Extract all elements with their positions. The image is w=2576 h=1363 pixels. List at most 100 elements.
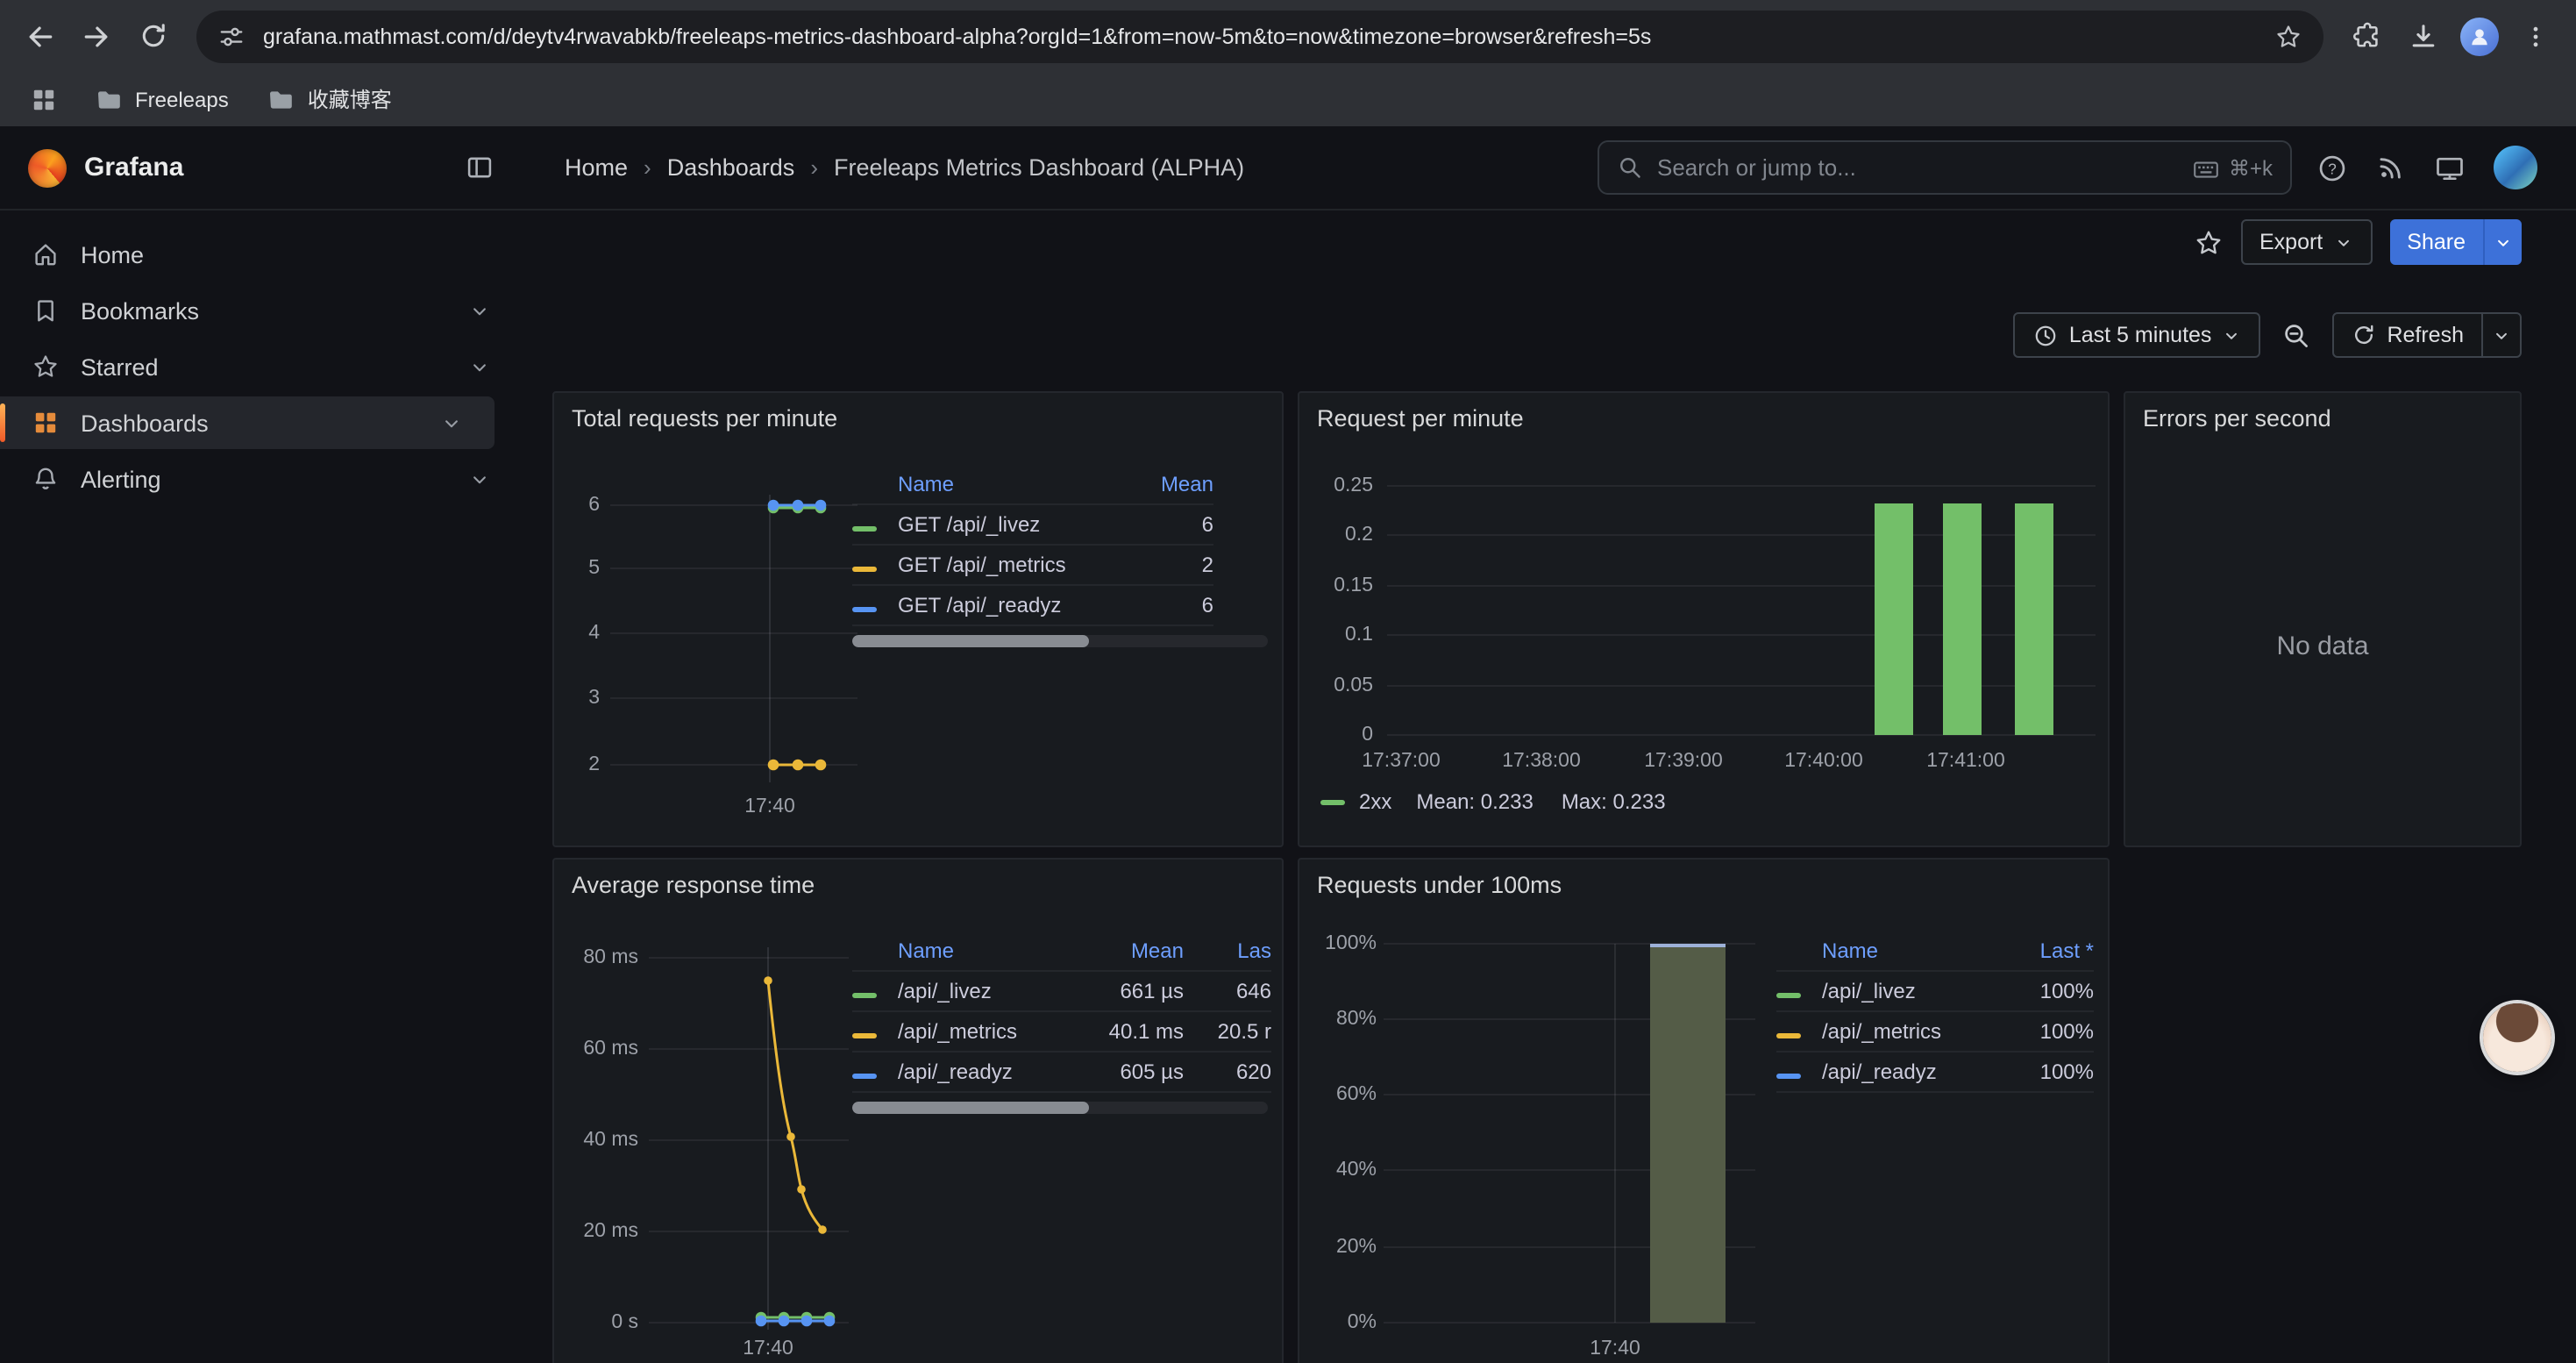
forward-button[interactable]: [70, 10, 123, 62]
legend-row[interactable]: /api/_livez 661 µs 646: [852, 972, 1271, 1012]
legend-scrollbar[interactable]: [852, 1102, 1268, 1114]
breadcrumb-home[interactable]: Home: [565, 154, 628, 181]
y-tick: 2: [565, 753, 600, 777]
refresh-interval-button[interactable]: [2483, 312, 2522, 358]
star-icon: [32, 353, 60, 381]
panel-title[interactable]: Total requests per minute: [572, 405, 837, 432]
sidebar-item-home[interactable]: Home: [0, 228, 523, 281]
extensions-icon[interactable]: [2341, 10, 2394, 62]
legend-row[interactable]: GET /api/_metrics 2: [852, 546, 1213, 586]
panel-request-per-minute: Request per minute 0.25 0.2 0.15 0.1 0.0…: [1298, 391, 2110, 847]
sidebar-toggle-icon[interactable]: [465, 153, 495, 182]
series-name: GET /api/_readyz: [898, 593, 1122, 617]
search-input[interactable]: [1657, 154, 2178, 181]
legend-row[interactable]: /api/_readyz 100%: [1776, 1053, 2094, 1093]
panel-title[interactable]: Average response time: [572, 872, 815, 898]
help-icon[interactable]: ?: [2316, 152, 2348, 183]
bar-chart[interactable]: [1387, 477, 2103, 740]
news-rss-icon[interactable]: [2376, 153, 2406, 182]
series-mean: 661 µs: [1068, 979, 1184, 1003]
browser-toolbar: grafana.mathmast.com/d/deytv4rwavabkb/fr…: [0, 0, 2576, 72]
share-menu-button[interactable]: [2483, 219, 2522, 265]
legend-row[interactable]: /api/_readyz 605 µs 620: [852, 1053, 1271, 1093]
scrollbar-thumb[interactable]: [852, 635, 1089, 647]
floating-avatar[interactable]: [2483, 1003, 2551, 1072]
legend-row[interactable]: /api/_metrics 100%: [1776, 1012, 2094, 1053]
bookmark-folder-freeleaps[interactable]: Freeleaps: [81, 80, 243, 118]
monitor-icon[interactable]: [2434, 152, 2466, 183]
series-last: 100%: [1996, 979, 2094, 1003]
y-tick: 6: [565, 493, 600, 517]
panel-title[interactable]: Request per minute: [1317, 405, 1524, 432]
chevron-down-icon[interactable]: [468, 355, 491, 378]
bookmark-star-icon[interactable]: [2274, 22, 2302, 50]
favorite-star-icon[interactable]: [2193, 227, 2223, 257]
legend-scrollbar[interactable]: [852, 635, 1268, 647]
chevron-down-icon[interactable]: [468, 299, 491, 322]
legend-row[interactable]: /api/_livez 100%: [1776, 972, 2094, 1012]
reload-button[interactable]: [126, 10, 179, 62]
y-tick: 0.05: [1306, 674, 1373, 698]
omnibox[interactable]: grafana.mathmast.com/d/deytv4rwavabkb/fr…: [196, 10, 2323, 62]
legend-col-last[interactable]: Last *: [1996, 938, 2094, 962]
legend-series[interactable]: 2xx: [1359, 789, 1391, 814]
legend-col-mean[interactable]: Mean: [1129, 471, 1213, 496]
search-box[interactable]: ⌘+k: [1598, 140, 2292, 195]
back-button[interactable]: [14, 10, 67, 62]
dashboard-area: Export Share: [523, 211, 2576, 1363]
export-button[interactable]: Export: [2240, 219, 2372, 265]
line-chart[interactable]: [603, 481, 861, 796]
y-tick: 3: [565, 686, 600, 710]
series-last: 20.5 r: [1191, 1019, 1271, 1044]
y-tick: 60 ms: [558, 1037, 638, 1061]
sidebar-item-starred[interactable]: Starred: [0, 340, 523, 393]
scrollbar-thumb[interactable]: [852, 1102, 1089, 1114]
series-color-swatch: [1776, 1074, 1801, 1079]
browser-profile-avatar[interactable]: [2453, 10, 2506, 62]
downloads-icon[interactable]: [2397, 10, 2450, 62]
grafana-brand[interactable]: Grafana: [28, 148, 183, 187]
panel-title[interactable]: Requests under 100ms: [1317, 872, 1562, 898]
user-avatar[interactable]: [2494, 146, 2537, 189]
refresh-button[interactable]: Refresh: [2332, 312, 2483, 358]
panel-requests-under-100ms: Requests under 100ms 100% 80% 60% 40% 20…: [1298, 858, 2110, 1363]
legend-col-name[interactable]: Name: [1822, 938, 1989, 962]
chevron-down-icon[interactable]: [440, 411, 463, 434]
line-chart[interactable]: [649, 940, 856, 1344]
legend-row[interactable]: GET /api/_livez 6: [852, 505, 1213, 546]
url-text[interactable]: grafana.mathmast.com/d/deytv4rwavabkb/fr…: [263, 24, 2257, 48]
legend-col-name[interactable]: Name: [898, 938, 1061, 962]
zoom-out-icon[interactable]: [2281, 320, 2311, 350]
breadcrumb-dashboards[interactable]: Dashboards: [667, 154, 795, 181]
sidebar-item-label: Bookmarks: [81, 297, 199, 324]
legend-row[interactable]: GET /api/_readyz 6: [852, 586, 1213, 626]
chevron-down-icon[interactable]: [468, 467, 491, 490]
legend-col-mean[interactable]: Mean: [1068, 938, 1184, 962]
legend-row[interactable]: /api/_metrics 40.1 ms 20.5 r: [852, 1012, 1271, 1053]
share-label: Share: [2407, 230, 2466, 254]
time-range-button[interactable]: Last 5 minutes: [2013, 312, 2261, 358]
sidebar-item-bookmarks[interactable]: Bookmarks: [0, 284, 523, 337]
share-button[interactable]: Share: [2389, 219, 2483, 265]
bar-chart[interactable]: [1384, 937, 1764, 1340]
series-name: /api/_livez: [898, 979, 1061, 1003]
sidebar-item-dashboards[interactable]: Dashboards: [0, 396, 495, 449]
site-info-icon[interactable]: [217, 22, 246, 50]
time-range-label: Last 5 minutes: [2069, 323, 2212, 347]
bookmark-icon: [32, 296, 60, 325]
series-last: 100%: [1996, 1060, 2094, 1084]
panel-title[interactable]: Errors per second: [2143, 405, 2331, 432]
folder-icon: [95, 85, 123, 113]
sidebar-item-alerting[interactable]: Alerting: [0, 453, 523, 505]
legend-max: Max: 0.233: [1562, 789, 1666, 814]
x-tick: 17:40: [721, 795, 819, 819]
bookmark-folder-blogs[interactable]: 收藏博客: [253, 79, 406, 119]
legend-col-name[interactable]: Name: [898, 471, 1122, 496]
legend-col-last[interactable]: Las: [1191, 938, 1271, 962]
sidebar-item-label: Starred: [81, 353, 159, 380]
browser-menu-icon[interactable]: [2509, 10, 2562, 62]
series-name: /api/_metrics: [1822, 1019, 1989, 1044]
series-mean: 2: [1129, 553, 1213, 577]
home-icon: [32, 240, 60, 268]
apps-grid-icon[interactable]: [18, 73, 70, 125]
